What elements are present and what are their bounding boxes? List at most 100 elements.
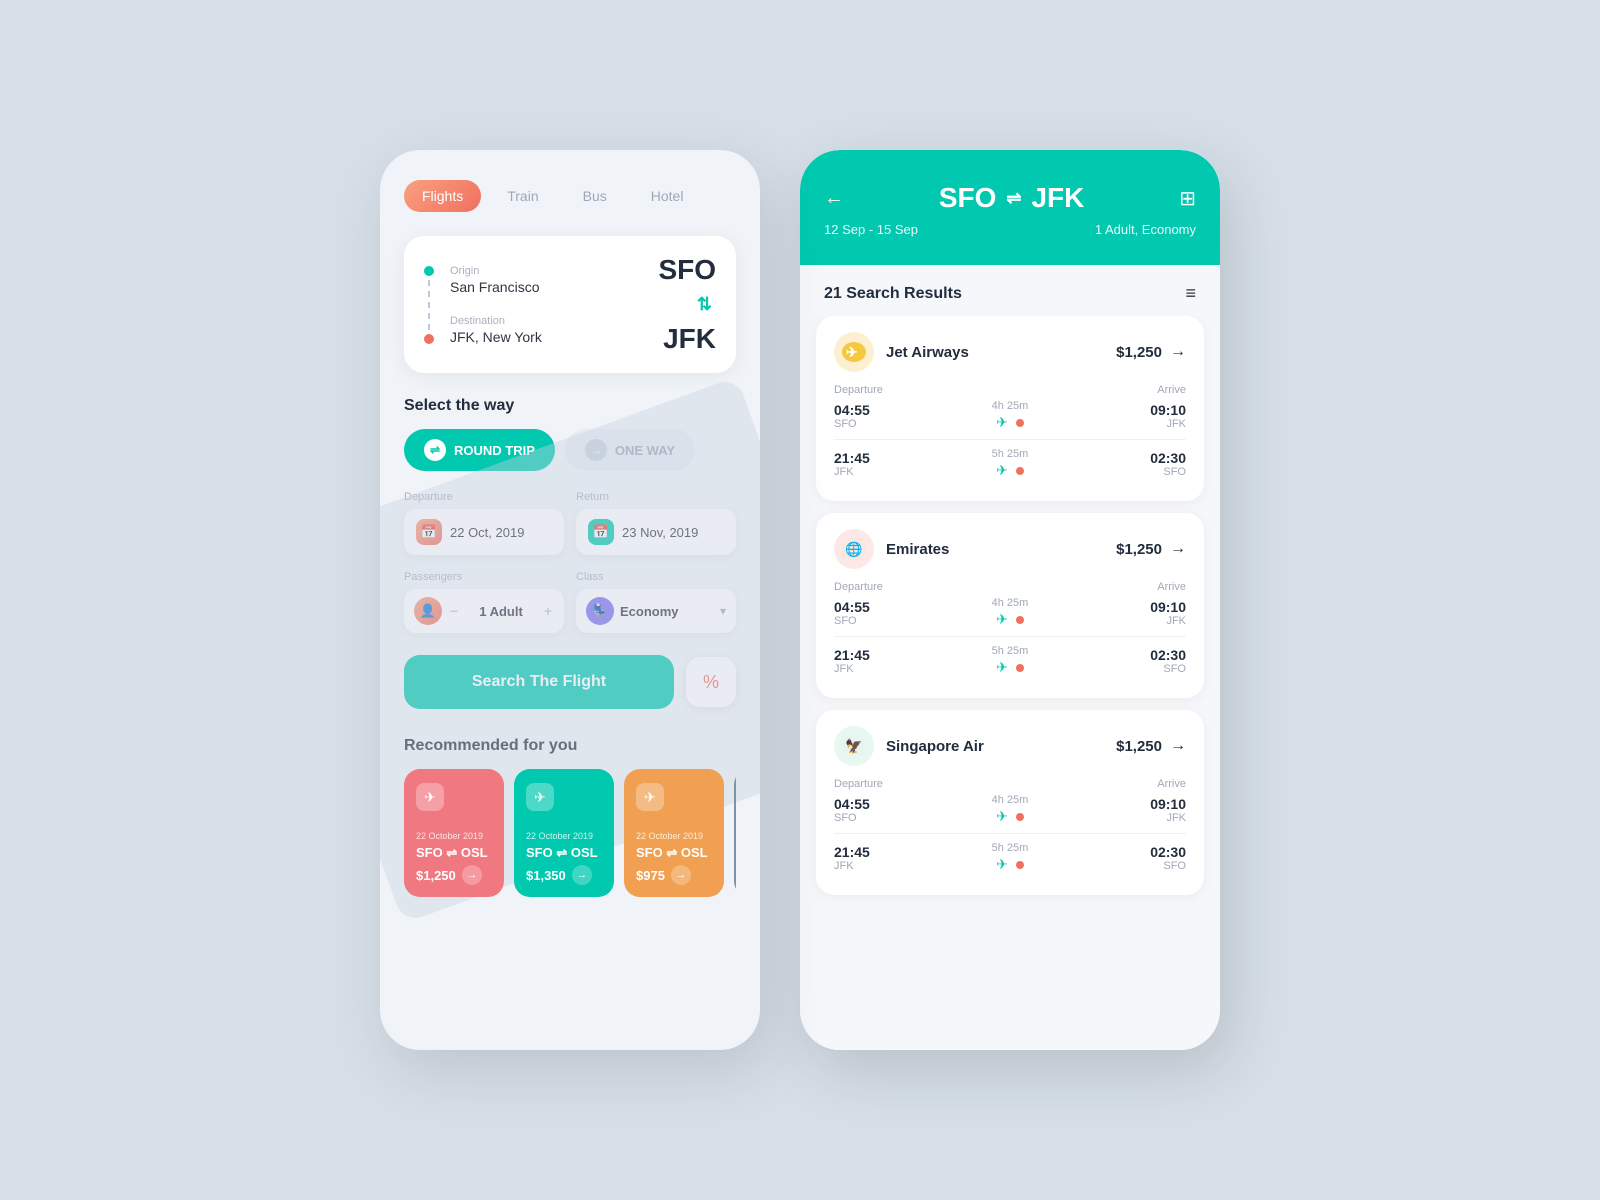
passengers-icon: 👤 xyxy=(414,597,442,625)
jet-header: ✈ Jet Airways $1,250 → xyxy=(834,332,1186,372)
singapore-seg2-dep: 21:45 JFK xyxy=(834,844,884,872)
flight-list: ✈ Jet Airways $1,250 → Departure Arrive … xyxy=(800,316,1220,1050)
emirates-seg2-arr-place: SFO xyxy=(1136,663,1186,675)
flight-card-emirates[interactable]: 🌐 Emirates $1,250 → Departure Arrive 04:… xyxy=(816,513,1204,698)
class-value: Economy xyxy=(620,604,714,619)
emirates-seg1-arr: 09:10 JFK xyxy=(1136,599,1186,627)
emirates-seg2-dep-place: JFK xyxy=(834,663,884,675)
origin-label: Origin xyxy=(450,265,642,277)
singapore-seg2-plane-icon: ✈ xyxy=(996,856,1008,873)
singapore-seg1-dest-dot xyxy=(1016,813,1024,821)
singapore-seg1-mid: 4h 25m ✈ xyxy=(884,794,1136,825)
jet-seg1-arr-time: 09:10 xyxy=(1136,402,1186,418)
round-trip-label: ROUND TRIP xyxy=(454,443,535,458)
rec-card-1[interactable]: ✈ 22 October 2019 SFO ⇌ OSL $1,250 → xyxy=(404,769,504,897)
tab-train[interactable]: Train xyxy=(489,180,556,212)
rec-card-2[interactable]: ✈ 22 October 2019 SFO ⇌ OSL $1,350 → xyxy=(514,769,614,897)
class-control[interactable]: 💺 Economy ▾ xyxy=(576,589,736,633)
emirates-seg2-line: ✈ xyxy=(988,659,1032,676)
singapore-dep-label: Departure xyxy=(834,778,883,790)
recommended-title: Recommended for you xyxy=(404,737,736,755)
emirates-seg2-mid: 5h 25m ✈ xyxy=(884,645,1136,676)
jet-seg1-duration: 4h 25m xyxy=(992,400,1029,412)
rec-card-4[interactable]: ✈ 22 October SFO ⇌ $750 → xyxy=(734,769,736,897)
return-input[interactable]: 📅 23 Nov, 2019 xyxy=(576,509,736,555)
jet-dep-arr-labels: Departure Arrive xyxy=(834,384,1186,396)
round-trip-icon: ⇌ xyxy=(424,439,446,461)
emirates-seg1-dest-dot xyxy=(1016,616,1024,624)
singapore-seg2-mid: 5h 25m ✈ xyxy=(884,842,1136,873)
back-button[interactable]: ← xyxy=(824,187,844,210)
singapore-seg2-dest-dot xyxy=(1016,861,1024,869)
filter-button[interactable]: ⊞ xyxy=(1179,186,1196,211)
swap-icon[interactable]: ⇅ xyxy=(697,294,712,315)
jet-seg2-dest-dot xyxy=(1016,467,1024,475)
emirates-seg1-mid: 4h 25m ✈ xyxy=(884,597,1136,628)
singapore-price: $1,250 xyxy=(1116,738,1162,755)
pax-minus-btn[interactable]: − xyxy=(448,603,460,619)
tab-bus[interactable]: Bus xyxy=(565,180,625,212)
destination-city: JFK, New York xyxy=(450,329,642,345)
emirates-seg1-line: ✈ xyxy=(988,611,1032,628)
rec-route-2: SFO ⇌ OSL xyxy=(526,845,602,861)
emirates-price: $1,250 xyxy=(1116,541,1162,558)
rec-arrow-2: → xyxy=(572,865,592,885)
tab-flights[interactable]: Flights xyxy=(404,180,481,212)
emirates-arrow-icon: → xyxy=(1170,540,1186,558)
pax-plus-btn[interactable]: + xyxy=(542,603,554,619)
rec-price-3: $975 → xyxy=(636,865,712,885)
jet-seg2-arr-time: 02:30 xyxy=(1136,450,1186,466)
emirates-seg-1: 04:55 SFO 4h 25m ✈ 09:10 JFK xyxy=(834,597,1186,628)
flight-card-singapore[interactable]: 🦅 Singapore Air $1,250 → Departure Arriv… xyxy=(816,710,1204,895)
tabs-row: Flights Train Bus Hotel xyxy=(404,180,736,212)
origin-city: San Francisco xyxy=(450,279,642,295)
jet-seg-2: 21:45 JFK 5h 25m ✈ 02:30 SFO xyxy=(834,448,1186,479)
one-way-btn[interactable]: → ONE WAY xyxy=(565,429,695,471)
tab-hotel[interactable]: Hotel xyxy=(633,180,702,212)
flight-card-jet[interactable]: ✈ Jet Airways $1,250 → Departure Arrive … xyxy=(816,316,1204,501)
filter-lines-icon[interactable]: ≡ xyxy=(1185,283,1196,304)
singapore-seg2-line: ✈ xyxy=(988,856,1032,873)
search-row: Search The Flight % xyxy=(404,655,736,709)
rec-card-3[interactable]: ✈ 22 October 2019 SFO ⇌ OSL $975 → xyxy=(624,769,724,897)
rec-date-2: 22 October 2019 xyxy=(526,831,602,841)
passengers-control[interactable]: 👤 − 1 Adult + xyxy=(404,589,564,633)
emirates-seg1-dep-time: 04:55 xyxy=(834,599,884,615)
rec-cards: ✈ 22 October 2019 SFO ⇌ OSL $1,250 → ✈ 2… xyxy=(404,769,736,897)
emirates-seg1-arr-place: JFK xyxy=(1136,615,1186,627)
singapore-seg1-arr-time: 09:10 xyxy=(1136,796,1186,812)
singapore-seg1-plane-icon: ✈ xyxy=(996,808,1008,825)
rec-price-1: $1,250 → xyxy=(416,865,492,885)
jet-arrow-icon: → xyxy=(1170,343,1186,361)
singapore-seg2-arr-place: SFO xyxy=(1136,860,1186,872)
select-way-title: Select the way xyxy=(404,397,736,415)
singapore-seg1-dep: 04:55 SFO xyxy=(834,796,884,824)
jet-seg2-duration: 5h 25m xyxy=(992,448,1029,460)
singapore-seg1-arr-place: JFK xyxy=(1136,812,1186,824)
class-icon: 💺 xyxy=(586,597,614,625)
svg-text:🌐: 🌐 xyxy=(845,541,862,558)
singapore-seg1-line: ✈ xyxy=(988,808,1032,825)
rec-arrow-3: → xyxy=(671,865,691,885)
header-origin: SFO xyxy=(939,182,997,214)
promo-button[interactable]: % xyxy=(686,657,736,707)
emirates-name: Emirates xyxy=(886,541,1116,558)
singapore-logo: 🦅 xyxy=(834,726,874,766)
trip-type-row: ⇌ ROUND TRIP → ONE WAY xyxy=(404,429,736,471)
round-trip-btn[interactable]: ⇌ ROUND TRIP xyxy=(404,429,555,471)
jet-seg1-arr-place: JFK xyxy=(1136,418,1186,430)
emirates-logo: 🌐 xyxy=(834,529,874,569)
origin-dot xyxy=(424,266,434,276)
right-header: ← SFO ⇌ JFK ⊞ 12 Sep - 15 Sep 1 Adult, E… xyxy=(800,150,1220,265)
jet-seg2-dep-time: 21:45 xyxy=(834,450,884,466)
header-dates: 12 Sep - 15 Sep xyxy=(824,222,918,237)
rec-date-3: 22 October 2019 xyxy=(636,831,712,841)
departure-label: Departure xyxy=(404,491,564,503)
search-flight-button[interactable]: Search The Flight xyxy=(404,655,674,709)
singapore-seg2-arr: 02:30 SFO xyxy=(1136,844,1186,872)
departure-input[interactable]: 📅 22 Oct, 2019 xyxy=(404,509,564,555)
emirates-seg2-arr: 02:30 SFO xyxy=(1136,647,1186,675)
route-codes: SFO ⇅ JFK xyxy=(658,256,716,353)
jet-divider xyxy=(834,439,1186,440)
route-dashed-line xyxy=(428,280,430,330)
